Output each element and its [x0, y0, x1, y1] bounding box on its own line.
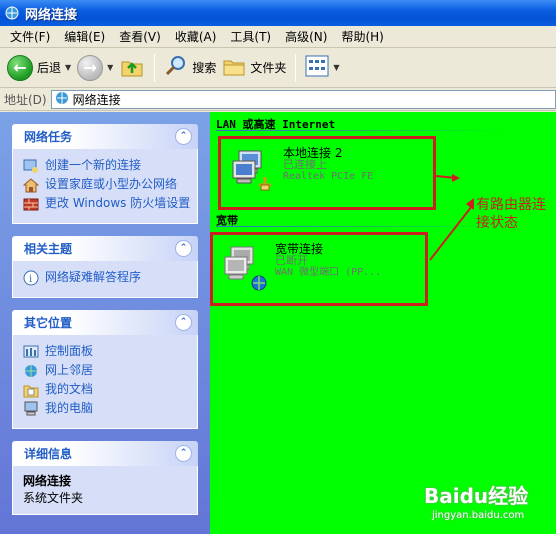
- collapse-icon[interactable]: ⌃: [175, 128, 192, 145]
- search-icon: [164, 54, 188, 81]
- router-status-annotation: 有路由器连接状态: [476, 197, 546, 231]
- address-value: 网络连接: [72, 93, 121, 107]
- views-button[interactable]: ▼: [302, 51, 342, 85]
- link-label: 更改 Windows 防火墙设置: [45, 196, 191, 210]
- back-arrow-icon: ←: [7, 54, 33, 81]
- link-label: 网上邻居: [45, 363, 94, 377]
- title-bar[interactable]: 网络连接: [0, 0, 556, 26]
- address-bar: 地址(D) 网络连接: [0, 89, 556, 111]
- related-topics-header[interactable]: 相关主题 ⌃: [12, 236, 198, 261]
- connections-view[interactable]: LAN 或高速 Internet 本地连接 2 已连接上 Realtek PCI…: [210, 112, 556, 534]
- network-connections-icon: [55, 91, 69, 108]
- chevron-down-icon[interactable]: ▼: [107, 63, 113, 72]
- panel-title: 相关主题: [24, 242, 73, 256]
- create-connection-link[interactable]: 创建一个新的连接: [23, 158, 191, 174]
- address-input[interactable]: 网络连接: [50, 90, 556, 109]
- folders-button[interactable]: 文件夹: [219, 51, 289, 85]
- home-network-link[interactable]: 设置家庭或小型办公网络: [22, 177, 191, 193]
- baidu-watermark: Baidu经验: [424, 484, 529, 508]
- chevron-down-icon[interactable]: ▼: [65, 63, 71, 72]
- menu-help[interactable]: 帮助(H): [334, 27, 390, 47]
- svg-text:i: i: [29, 274, 32, 285]
- window-title: 网络连接: [25, 7, 78, 23]
- toolbar: ← 后退 ▼ → ▼ 搜索 文件夹 ▼: [0, 48, 556, 88]
- computer-icon: [23, 401, 39, 417]
- up-folder-button[interactable]: [116, 51, 148, 85]
- panel-title: 网络任务: [24, 130, 73, 144]
- control-panel-link[interactable]: 控制面板: [23, 344, 191, 360]
- menu-bar: 文件(F) 编辑(E) 查看(V) 收藏(A) 工具(T) 高级(N) 帮助(H…: [0, 26, 556, 48]
- network-troubleshooter-link[interactable]: i 网络疑难解答程序: [23, 270, 191, 286]
- firewall-icon: [23, 196, 39, 212]
- network-tasks-header[interactable]: 网络任务 ⌃: [12, 124, 198, 149]
- network-places-link[interactable]: 网上邻居: [23, 363, 191, 379]
- collapse-icon[interactable]: ⌃: [175, 314, 192, 331]
- control-panel-icon: [23, 344, 39, 360]
- related-topics-panel: 相关主题 ⌃ i 网络疑难解答程序: [12, 236, 198, 298]
- other-places-panel: 其它位置 ⌃ 控制面板 网上邻居 我的文档 我的电脑: [12, 310, 198, 429]
- menu-view[interactable]: 查看(V): [112, 27, 168, 47]
- link-label: 创建一个新的连接: [45, 158, 142, 172]
- baidu-watermark-url: jingyan.baidu.com: [432, 510, 525, 521]
- new-connection-icon: [23, 158, 39, 174]
- views-grid-icon: [305, 55, 329, 80]
- back-label: 后退: [37, 61, 62, 75]
- link-label: 控制面板: [45, 344, 94, 358]
- toolbar-separator: [295, 53, 297, 82]
- link-label: 我的文档: [45, 382, 94, 396]
- search-button[interactable]: 搜索: [161, 51, 219, 85]
- house-icon: [22, 177, 40, 193]
- details-name: 网络连接: [23, 474, 72, 488]
- info-icon: i: [23, 270, 39, 286]
- folder-icon: [222, 54, 246, 81]
- my-computer-link[interactable]: 我的电脑: [23, 401, 191, 417]
- documents-folder-icon: [23, 382, 39, 398]
- folders-label: 文件夹: [250, 61, 287, 75]
- up-folder-icon: [119, 53, 145, 82]
- menu-tools[interactable]: 工具(T): [223, 27, 278, 47]
- collapse-icon[interactable]: ⌃: [175, 240, 192, 257]
- chevron-down-icon[interactable]: ▼: [333, 63, 339, 72]
- firewall-settings-link[interactable]: 更改 Windows 防火墙设置: [23, 196, 191, 212]
- details-panel: 详细信息 ⌃ 网络连接 系统文件夹: [12, 441, 198, 515]
- network-places-icon: [23, 363, 39, 379]
- collapse-icon[interactable]: ⌃: [175, 445, 192, 462]
- menu-file[interactable]: 文件(F): [3, 27, 57, 47]
- menu-edit[interactable]: 编辑(E): [57, 27, 112, 47]
- search-label: 搜索: [192, 61, 217, 75]
- forward-button[interactable]: → ▼: [74, 51, 116, 85]
- address-label: 地址(D): [4, 93, 47, 107]
- toolbar-separator: [154, 53, 156, 82]
- details-type: 系统文件夹: [23, 491, 84, 505]
- details-header[interactable]: 详细信息 ⌃: [12, 441, 198, 466]
- panel-title: 其它位置: [24, 316, 73, 330]
- task-pane: 网络任务 ⌃ 创建一个新的连接 设置家庭或小型办公网络 更改 Windows 防…: [0, 112, 210, 534]
- network-connections-icon: [4, 5, 20, 21]
- forward-arrow-icon: →: [77, 54, 104, 81]
- link-label: 我的电脑: [45, 401, 94, 415]
- back-button[interactable]: ← 后退 ▼: [4, 51, 74, 85]
- other-places-header[interactable]: 其它位置 ⌃: [12, 310, 198, 335]
- menu-favorites[interactable]: 收藏(A): [168, 27, 224, 47]
- network-tasks-panel: 网络任务 ⌃ 创建一个新的连接 设置家庭或小型办公网络 更改 Windows 防…: [12, 124, 198, 224]
- link-label: 设置家庭或小型办公网络: [45, 177, 178, 191]
- panel-title: 详细信息: [24, 447, 73, 461]
- link-label: 网络疑难解答程序: [45, 270, 142, 284]
- my-documents-link[interactable]: 我的文档: [23, 382, 191, 398]
- menu-advanced[interactable]: 高级(N): [278, 27, 334, 47]
